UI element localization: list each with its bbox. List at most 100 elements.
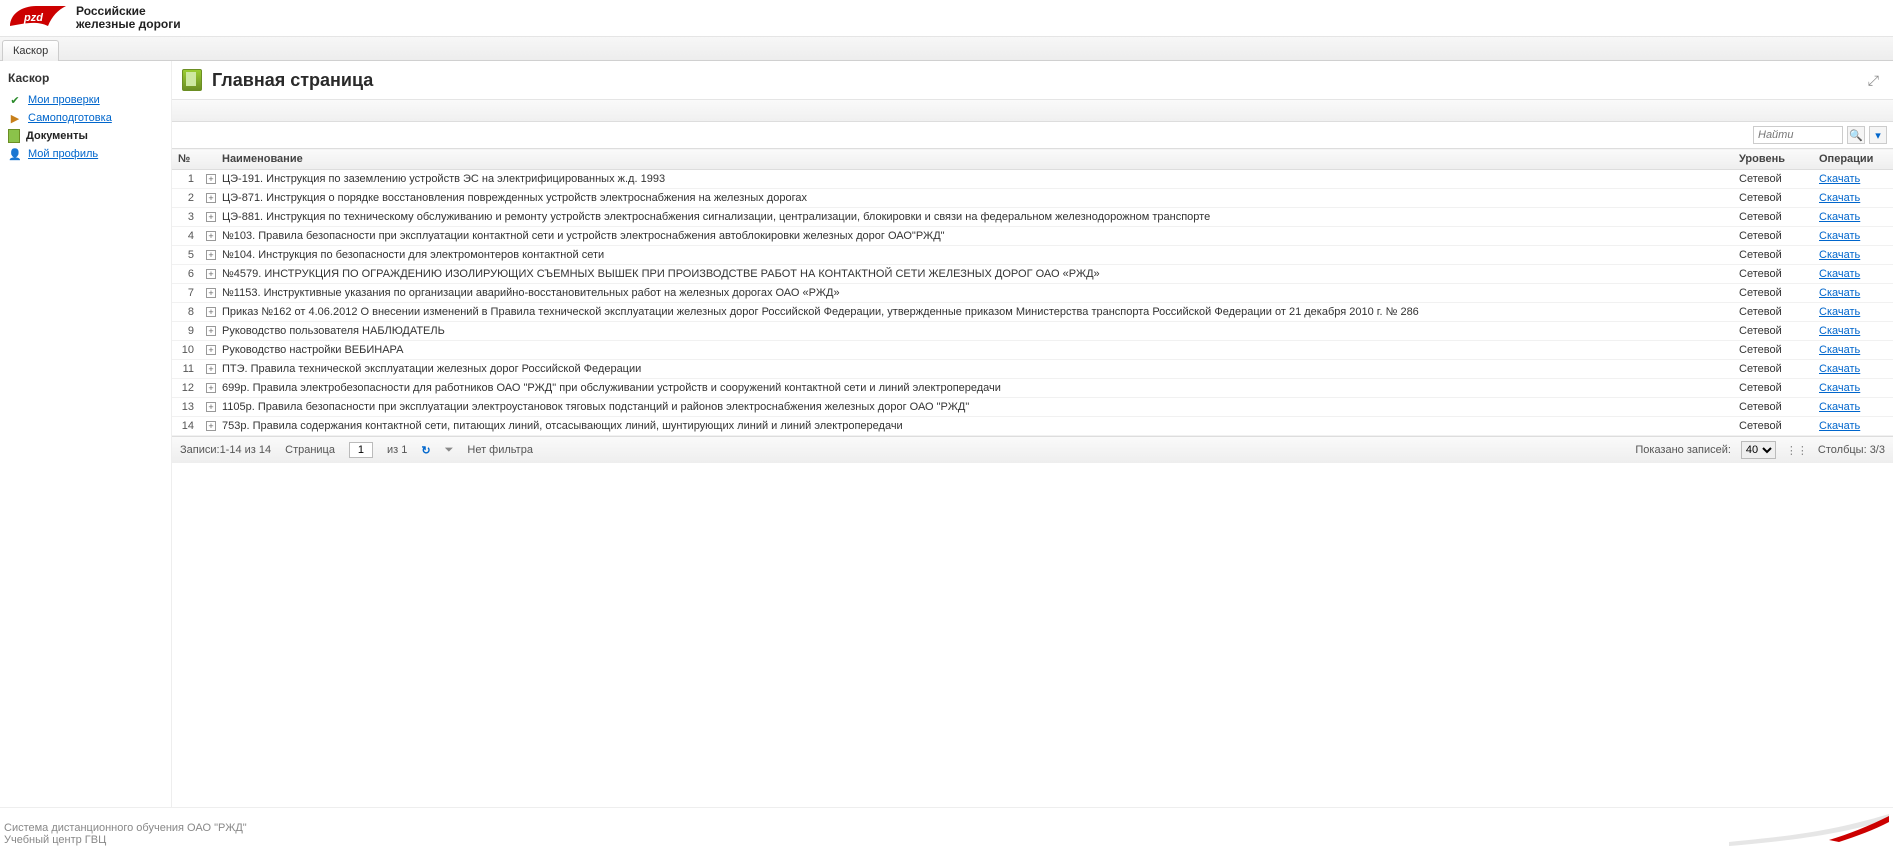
row-level: Сетевой	[1733, 246, 1813, 265]
row-num: 7	[172, 284, 200, 303]
row-level: Сетевой	[1733, 284, 1813, 303]
row-num: 12	[172, 379, 200, 398]
expand-row-icon[interactable]: +	[206, 231, 216, 241]
sidebar: Каскор ✔ Мои проверки ▶ Самоподготовка Д…	[0, 61, 172, 807]
table-row[interactable]: 12+699р. Правила электробезопасности для…	[172, 379, 1893, 398]
download-link[interactable]: Скачать	[1819, 173, 1860, 185]
row-name: №104. Инструкция по безопасности для эле…	[216, 246, 1733, 265]
table-row[interactable]: 13+1105р. Правила безопасности при экспл…	[172, 398, 1893, 417]
download-link[interactable]: Скачать	[1819, 211, 1860, 223]
row-level: Сетевой	[1733, 322, 1813, 341]
row-name: №1153. Инструктивные указания по организ…	[216, 284, 1733, 303]
row-name: 1105р. Правила безопасности при эксплуат…	[216, 398, 1733, 417]
row-num: 2	[172, 189, 200, 208]
table-row[interactable]: 3+ЦЭ-881. Инструкция по техническому обс…	[172, 208, 1893, 227]
sidebar-item-profile[interactable]: 👤 Мой профиль	[8, 145, 163, 163]
row-num: 5	[172, 246, 200, 265]
row-name: Приказ №162 от 4.06.2012 О внесении изме…	[216, 303, 1733, 322]
row-level: Сетевой	[1733, 189, 1813, 208]
table-row[interactable]: 10+Руководство настройки ВЕБИНАРАСетевой…	[172, 341, 1893, 360]
tab-kaskor[interactable]: Каскор	[2, 40, 59, 61]
download-link[interactable]: Скачать	[1819, 344, 1860, 356]
expand-row-icon[interactable]: +	[206, 250, 216, 260]
col-header-level[interactable]: Уровень	[1733, 149, 1813, 170]
table-row[interactable]: 5 +№104. Инструкция по безопасности для э…	[172, 246, 1893, 265]
table-row[interactable]: 6 +№4579. ИНСТРУКЦИЯ ПО ОГРАЖДЕНИЮ ИЗОЛИР…	[172, 265, 1893, 284]
row-name: Руководство пользователя НАБЛЮДАТЕЛЬ	[216, 322, 1733, 341]
download-link[interactable]: Скачать	[1819, 363, 1860, 375]
table-row[interactable]: 11+ПТЭ. Правила технической эксплуатации…	[172, 360, 1893, 379]
sidebar-item-documents[interactable]: Документы	[8, 127, 163, 145]
expand-row-icon[interactable]: +	[206, 288, 216, 298]
download-link[interactable]: Скачать	[1819, 401, 1860, 413]
download-link[interactable]: Скачать	[1819, 287, 1860, 299]
table-row[interactable]: 1+ЦЭ-191. Инструкция по заземлению устро…	[172, 170, 1893, 189]
row-num: 9	[172, 322, 200, 341]
columns-info[interactable]: Столбцы: 3/3	[1818, 444, 1885, 456]
columns-icon[interactable]: ⋮⋮	[1786, 444, 1808, 457]
row-level: Сетевой	[1733, 208, 1813, 227]
expand-row-icon[interactable]: +	[206, 174, 216, 184]
col-header-num[interactable]: №	[172, 149, 200, 170]
table-row[interactable]: 4+№103. Правила безопасности при эксплуа…	[172, 227, 1893, 246]
row-name: ЦЭ-881. Инструкция по техническому обслу…	[216, 208, 1733, 227]
sidebar-item-label: Самоподготовка	[28, 112, 112, 124]
download-link[interactable]: Скачать	[1819, 192, 1860, 204]
table-row[interactable]: 2 +ЦЭ-871. Инструкция о порядке восстанов…	[172, 189, 1893, 208]
col-header-name[interactable]: Наименование	[216, 149, 1733, 170]
sidebar-item-selfstudy[interactable]: ▶ Самоподготовка	[8, 109, 163, 127]
filter-icon: ⏷	[445, 444, 454, 457]
expand-row-icon[interactable]: +	[206, 364, 216, 374]
row-name: №4579. ИНСТРУКЦИЯ ПО ОГРАЖДЕНИЮ ИЗОЛИРУЮ…	[216, 265, 1733, 284]
expand-row-icon[interactable]: +	[206, 269, 216, 279]
expand-row-icon[interactable]: +	[206, 307, 216, 317]
svg-text:pzd: pzd	[23, 12, 43, 24]
expand-row-icon[interactable]: +	[206, 193, 216, 203]
expand-row-icon[interactable]: +	[206, 383, 216, 393]
table-row[interactable]: 14+753р. Правила содержания контактной с…	[172, 417, 1893, 436]
table-footer: Записи:1-14 из 14 Страница из 1 ↻ ⏷ Нет …	[172, 436, 1893, 463]
page-title: Главная страница	[212, 70, 373, 91]
expand-row-icon[interactable]: +	[206, 212, 216, 222]
page-input[interactable]	[349, 442, 373, 458]
search-options-icon[interactable]: ▾	[1869, 126, 1887, 144]
sidebar-item-tests[interactable]: ✔ Мои проверки	[8, 91, 163, 109]
table-row[interactable]: 9 +Руководство пользователя НАБЛЮДАТЕЛЬСе…	[172, 322, 1893, 341]
row-name: ПТЭ. Правила технической эксплуатации же…	[216, 360, 1733, 379]
expand-row-icon[interactable]: +	[206, 421, 216, 431]
row-num: 8	[172, 303, 200, 322]
expand-row-icon[interactable]: +	[206, 402, 216, 412]
expand-row-icon[interactable]: +	[206, 326, 216, 336]
page-book-icon	[182, 69, 202, 91]
page-size-select[interactable]: 40	[1741, 441, 1776, 459]
download-link[interactable]: Скачать	[1819, 306, 1860, 318]
sidebar-item-label: Документы	[26, 130, 88, 142]
main-content: Главная страница ⤢ 🔍 ▾ № Наименование Ур…	[172, 61, 1893, 807]
col-header-ops[interactable]: Операции	[1813, 149, 1893, 170]
expand-icon[interactable]: ⤢	[1864, 72, 1883, 89]
row-level: Сетевой	[1733, 398, 1813, 417]
footer-line-1: Система дистанционного обучения ОАО "РЖД…	[4, 822, 247, 834]
download-link[interactable]: Скачать	[1819, 230, 1860, 242]
refresh-icon[interactable]: ↻	[421, 444, 430, 457]
search-input[interactable]	[1753, 126, 1843, 144]
brand-line-2: железные дороги	[76, 18, 181, 31]
row-name: №103. Правила безопасности при эксплуата…	[216, 227, 1733, 246]
download-link[interactable]: Скачать	[1819, 249, 1860, 261]
download-link[interactable]: Скачать	[1819, 268, 1860, 280]
download-link[interactable]: Скачать	[1819, 325, 1860, 337]
search-icon[interactable]: 🔍	[1847, 126, 1865, 144]
table-row[interactable]: 7 +№1153. Инструктивные указания по орган…	[172, 284, 1893, 303]
check-icon: ✔	[8, 93, 22, 107]
download-link[interactable]: Скачать	[1819, 382, 1860, 394]
row-level: Сетевой	[1733, 170, 1813, 189]
book-icon	[8, 129, 20, 143]
sidebar-title: Каскор	[8, 71, 163, 85]
footer-swoosh-icon	[1729, 814, 1889, 846]
row-num: 6	[172, 265, 200, 284]
expand-row-icon[interactable]: +	[206, 345, 216, 355]
table-row[interactable]: 8 +Приказ №162 от 4.06.2012 О внесении из…	[172, 303, 1893, 322]
download-link[interactable]: Скачать	[1819, 420, 1860, 432]
row-name: Руководство настройки ВЕБИНАРА	[216, 341, 1733, 360]
row-name: ЦЭ-871. Инструкция о порядке восстановле…	[216, 189, 1733, 208]
